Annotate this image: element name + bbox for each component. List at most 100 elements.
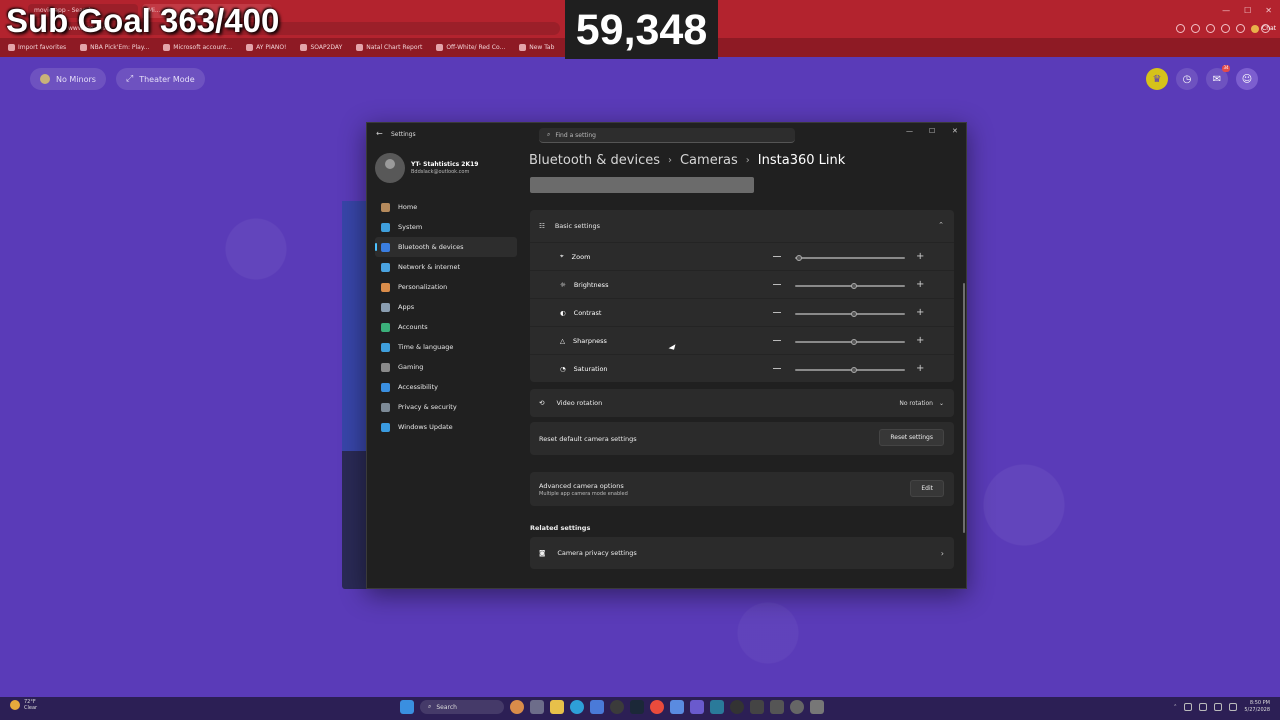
vscode-icon[interactable] xyxy=(710,700,724,714)
messages-icon[interactable]: ✉ 34 xyxy=(1206,65,1230,90)
bookmark-item[interactable]: Microsoft account... xyxy=(163,44,232,51)
start-icon[interactable] xyxy=(400,700,414,714)
store-icon[interactable] xyxy=(590,700,604,714)
favorites-icon[interactable] xyxy=(1191,24,1200,33)
profile-icon[interactable] xyxy=(1221,24,1230,33)
back-arrow-icon[interactable]: ← xyxy=(376,129,383,138)
video-rotation-select[interactable]: No rotation ⌄ xyxy=(899,400,944,407)
collections-icon[interactable] xyxy=(1206,24,1215,33)
no-minors-badge[interactable]: No Minors xyxy=(30,68,106,90)
plus-icon[interactable]: + xyxy=(916,308,924,318)
sidebar-item-accessibility[interactable]: Accessibility xyxy=(375,377,517,397)
edit-button[interactable]: Edit xyxy=(910,480,944,497)
sliders-icon: ☷ xyxy=(539,222,545,230)
slider-thumb[interactable] xyxy=(851,283,857,289)
reset-settings-button[interactable]: Reset settings xyxy=(879,429,944,446)
plus-icon[interactable]: + xyxy=(916,252,924,262)
bookmark-item[interactable]: New Tab xyxy=(519,44,554,51)
minus-icon[interactable] xyxy=(773,340,781,341)
user-avatar[interactable]: ☺ xyxy=(1236,68,1258,90)
slider-track[interactable] xyxy=(795,367,905,373)
camera-icon: ◙ xyxy=(539,549,546,557)
sidebar-item-bluetooth-devices[interactable]: Bluetooth & devices xyxy=(375,237,517,257)
sidebar-item-personalization[interactable]: Personalization xyxy=(375,277,517,297)
extension-icon[interactable] xyxy=(1176,24,1185,33)
sidebar-item-home[interactable]: Home xyxy=(375,197,517,217)
bookmark-item[interactable]: Import favorites xyxy=(8,44,66,51)
minus-icon[interactable] xyxy=(773,368,781,369)
theater-mode-button[interactable]: ⤢ Theater Mode xyxy=(116,68,205,90)
slider-track[interactable] xyxy=(795,339,905,345)
maximize-icon[interactable]: ☐ xyxy=(929,127,935,135)
sidebar-item-network-internet[interactable]: Network & internet xyxy=(375,257,517,277)
minimize-icon[interactable]: — xyxy=(906,127,913,135)
slider-thumb[interactable] xyxy=(796,255,802,261)
chevron-up-icon[interactable]: ⌃ xyxy=(938,221,944,229)
discord-icon[interactable] xyxy=(690,700,704,714)
close-icon[interactable]: ✕ xyxy=(952,127,958,135)
obs-icon[interactable] xyxy=(610,700,624,714)
app-icon[interactable] xyxy=(670,700,684,714)
sidebar-item-privacy-security[interactable]: Privacy & security xyxy=(375,397,517,417)
plus-icon[interactable]: + xyxy=(916,364,924,374)
edge-icon[interactable] xyxy=(570,700,584,714)
taskbar-search[interactable]: ⌕ Search xyxy=(420,700,504,714)
bookmark-item[interactable]: SOAP2DAY xyxy=(300,44,342,51)
mic-icon[interactable] xyxy=(1184,703,1193,711)
settings-app-icon[interactable] xyxy=(810,700,824,714)
maximize-icon[interactable]: ☐ xyxy=(1244,6,1251,15)
basic-settings-header[interactable]: ☷ Basic settings ⌃ xyxy=(530,210,954,242)
plus-icon[interactable]: + xyxy=(916,280,924,290)
settings-search-input[interactable]: ⌕ Find a setting xyxy=(539,128,795,143)
history-icon[interactable]: ◷ xyxy=(1176,68,1198,90)
user-profile[interactable]: YT- Stahtistics 2K19 Bddslack@outlook.co… xyxy=(375,153,478,183)
app-icon[interactable] xyxy=(790,700,804,714)
clock[interactable]: 8:50 PM 5/27/2028 xyxy=(1244,700,1270,714)
camera-privacy-row[interactable]: ◙ Camera privacy settings › xyxy=(530,537,954,569)
slider-thumb[interactable] xyxy=(851,367,857,373)
slider-thumb[interactable] xyxy=(851,339,857,345)
volume-icon[interactable] xyxy=(1214,703,1223,711)
sidebar-item-gaming[interactable]: Gaming xyxy=(375,357,517,377)
close-icon[interactable]: ✕ xyxy=(1265,6,1272,15)
nav-icon xyxy=(381,202,390,212)
xbox-icon[interactable] xyxy=(730,700,744,714)
bookmark-item[interactable]: Natal Chart Report xyxy=(356,44,422,51)
app-icon[interactable] xyxy=(750,700,764,714)
file-explorer-icon[interactable] xyxy=(550,700,564,714)
minus-icon[interactable] xyxy=(773,256,781,257)
bookmark-item[interactable]: AY PIANO! xyxy=(246,44,286,51)
breadcrumb-cameras[interactable]: Cameras xyxy=(680,153,738,168)
steam-icon[interactable] xyxy=(630,700,644,714)
weather-widget[interactable]: 72°F Clear xyxy=(10,699,37,711)
chat-button[interactable]: Chat xyxy=(1251,24,1276,33)
task-view-icon[interactable] xyxy=(530,700,544,714)
widget-icon[interactable] xyxy=(510,700,524,714)
sidebar-item-label: Home xyxy=(398,203,418,211)
slider-track[interactable] xyxy=(795,283,905,289)
plus-icon[interactable]: + xyxy=(916,336,924,346)
app-icon[interactable] xyxy=(770,700,784,714)
sidebar-item-windows-update[interactable]: Windows Update xyxy=(375,417,517,437)
breadcrumb-bluetooth[interactable]: Bluetooth & devices xyxy=(529,153,660,168)
sidebar-item-system[interactable]: System xyxy=(375,217,517,237)
battery-icon[interactable] xyxy=(1229,703,1238,711)
slider-track[interactable] xyxy=(795,311,905,317)
sidebar-item-accounts[interactable]: Accounts xyxy=(375,317,517,337)
bookmark-item[interactable]: Off-White/ Red Co... xyxy=(436,44,505,51)
chrome-icon[interactable] xyxy=(650,700,664,714)
sidebar-item-time-language[interactable]: Time & language xyxy=(375,337,517,357)
minus-icon[interactable] xyxy=(773,312,781,313)
scrollbar[interactable] xyxy=(963,283,965,533)
chevron-up-icon[interactable]: ⌃ xyxy=(1173,704,1177,710)
more-icon[interactable] xyxy=(1236,24,1245,33)
slider-thumb[interactable] xyxy=(851,311,857,317)
slider-track[interactable] xyxy=(795,255,905,261)
minimize-icon[interactable]: — xyxy=(1222,6,1230,15)
sidebar-item-apps[interactable]: Apps xyxy=(375,297,517,317)
crown-icon[interactable]: ♛ xyxy=(1146,68,1168,90)
chevron-right-icon: › xyxy=(940,548,944,558)
wifi-icon[interactable] xyxy=(1199,703,1208,711)
minus-icon[interactable] xyxy=(773,284,781,285)
bookmark-item[interactable]: NBA Pick'Em: Play... xyxy=(80,44,149,51)
